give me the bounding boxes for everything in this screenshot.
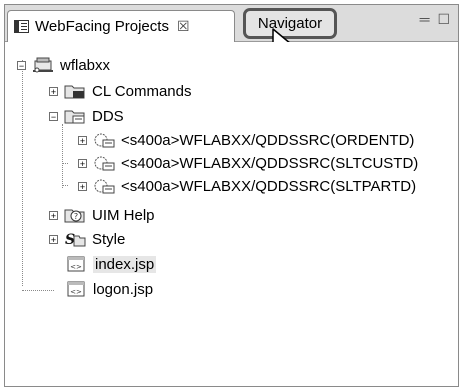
tree-guide-line	[22, 290, 54, 291]
minimize-maximize-icons[interactable]: ═ ☐	[420, 11, 452, 28]
jsp-file-icon: <>	[67, 281, 85, 297]
tree-item-file[interactable]: <> logon.jsp	[65, 278, 153, 300]
tab-webfacing-projects[interactable]: WebFacing Projects ☒	[7, 10, 235, 42]
tree-item-dds[interactable]: − DDS	[49, 105, 124, 127]
tree-item-label: CL Commands	[92, 82, 192, 100]
tree-item-dds-member[interactable]: + <s400a>WFLABXX/QDDSSRC(SLTCUSTD)	[78, 152, 418, 174]
svg-text:?: ?	[74, 212, 78, 221]
webfacing-view-icon	[14, 20, 29, 33]
project-tree: − wflabxx + CL Commands − DDS + <s400a>W…	[5, 42, 458, 386]
tree-item-dds-member[interactable]: + <s400a>WFLABXX/QDDSSRC(ORDENTD)	[78, 129, 414, 151]
style-folder-icon: S	[65, 232, 86, 247]
tree-guide-line	[62, 163, 68, 164]
project-label: wflabxx	[60, 56, 111, 74]
tree-item-label: <s400a>WFLABXX/QDDSSRC(SLTPARTD)	[121, 177, 417, 195]
webfacing-projects-view: WebFacing Projects ☒ Navigator ═ ☐ − wfl…	[4, 4, 459, 387]
tab-webfacing-label: WebFacing Projects	[35, 18, 169, 35]
tree-item-label: DDS	[92, 107, 124, 125]
expand-toggle[interactable]: +	[49, 210, 58, 220]
folder-icon	[64, 85, 85, 99]
tree-guide-line	[62, 185, 68, 186]
project-icon	[33, 57, 53, 73]
tree-item-label: logon.jsp	[93, 280, 154, 298]
dds-member-icon	[94, 133, 115, 148]
tree-item-label: Style	[92, 230, 126, 248]
expand-toggle[interactable]: +	[78, 135, 87, 145]
tab-close-icon[interactable]: ☒	[177, 18, 190, 35]
tree-item-dds-member[interactable]: + <s400a>WFLABXX/QDDSSRC(SLTPARTD)	[78, 175, 416, 197]
expand-toggle[interactable]: +	[78, 158, 87, 168]
expand-toggle[interactable]: +	[49, 86, 58, 96]
collapse-toggle[interactable]: −	[49, 111, 58, 121]
help-folder-icon: ?	[64, 209, 85, 223]
collapse-toggle[interactable]: −	[17, 60, 26, 70]
folder-icon	[64, 110, 85, 124]
expand-toggle[interactable]: +	[49, 234, 58, 244]
tree-item-label: index.jsp	[93, 255, 157, 273]
tree-item-uim-help[interactable]: + ? UIM Help	[49, 204, 155, 226]
svg-text:<>: <>	[70, 263, 82, 271]
tree-guide-line	[22, 60, 23, 286]
dds-member-icon	[94, 156, 115, 171]
tree-item-style[interactable]: + S Style	[49, 228, 125, 250]
view-tab-bar: WebFacing Projects ☒ Navigator ═ ☐	[5, 5, 458, 42]
tree-guide-line	[62, 124, 63, 188]
tree-item-label: <s400a>WFLABXX/QDDSSRC(SLTCUSTD)	[121, 154, 419, 172]
tree-item-cl-commands[interactable]: + CL Commands	[49, 80, 191, 102]
tree-item-label: <s400a>WFLABXX/QDDSSRC(ORDENTD)	[121, 131, 415, 149]
jsp-file-icon: <>	[67, 256, 85, 272]
tree-item-label: UIM Help	[92, 206, 155, 224]
expand-toggle[interactable]: +	[78, 181, 87, 191]
dds-member-icon	[94, 179, 115, 194]
tree-item-file[interactable]: <> index.jsp	[65, 253, 157, 275]
svg-text:<>: <>	[70, 288, 82, 296]
tree-item-project[interactable]: − wflabxx	[17, 54, 110, 76]
